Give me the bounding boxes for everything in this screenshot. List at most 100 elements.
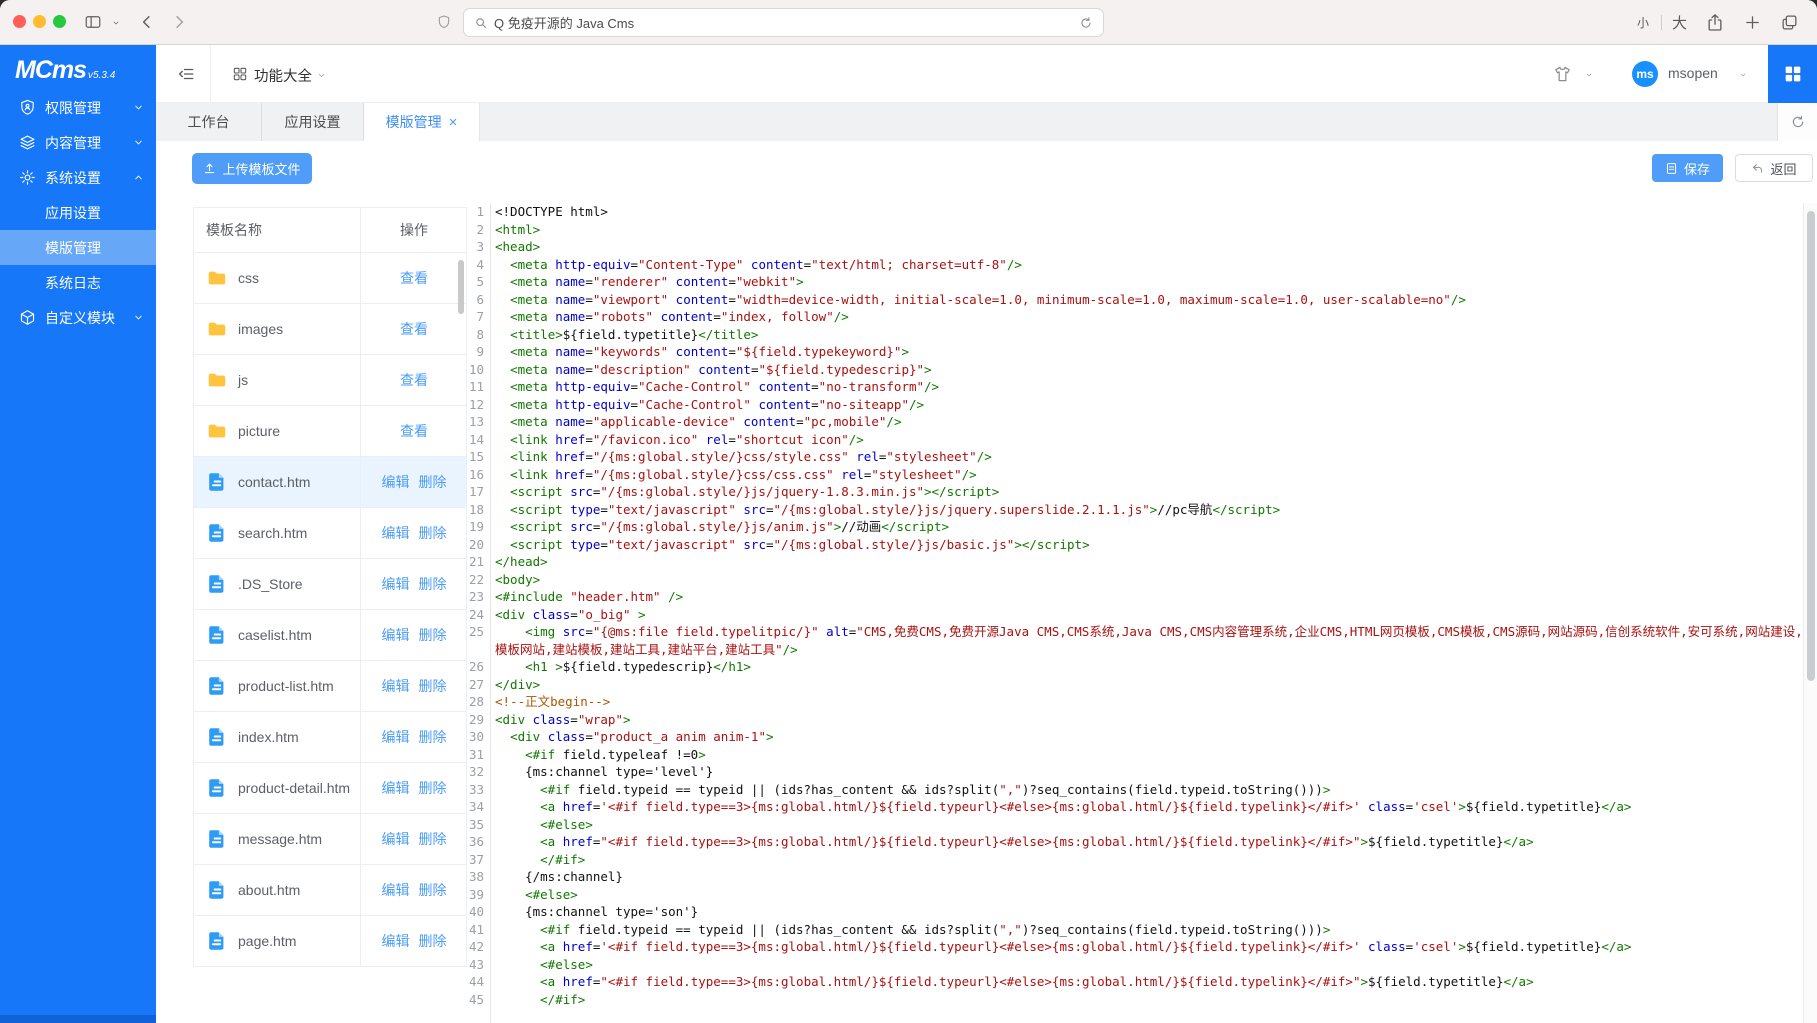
action-delete-link[interactable]: 删除 [419, 931, 447, 951]
username[interactable]: msopen [1668, 65, 1718, 81]
action-view-link[interactable]: 查看 [400, 370, 428, 390]
tab-template-management[interactable]: 模版管理× [364, 103, 480, 141]
upload-template-button[interactable]: 上传模板文件 [192, 153, 312, 184]
code-line[interactable]: 10 <meta name="description" content="${f… [467, 361, 1803, 379]
sidebar-item-content-management[interactable]: 内容管理 [0, 125, 156, 160]
action-edit-link[interactable]: 编辑 [382, 676, 410, 696]
apps-grid-icon[interactable] [232, 66, 248, 82]
code-line[interactable]: 33 <#if field.typeid == typeid || (ids?h… [467, 781, 1803, 799]
theme-tshirt-icon[interactable] [1552, 64, 1573, 84]
action-view-link[interactable]: 查看 [400, 421, 428, 441]
table-row[interactable]: .DS_Store编辑删除 [194, 559, 466, 610]
code-line[interactable]: 29<div class="wrap"> [467, 711, 1803, 729]
table-row[interactable]: search.htm编辑删除 [194, 508, 466, 559]
code-line[interactable]: 43 <#else> [467, 956, 1803, 974]
code-line[interactable]: 45 </#if> [467, 991, 1803, 1009]
action-delete-link[interactable]: 删除 [419, 472, 447, 492]
code-line[interactable]: 27</div> [467, 676, 1803, 694]
action-edit-link[interactable]: 编辑 [382, 778, 410, 798]
back-button[interactable]: 返回 [1735, 154, 1813, 182]
chevron-down-icon[interactable] [1584, 71, 1594, 79]
table-row[interactable]: contact.htm编辑删除 [194, 457, 466, 508]
sidebar-item-system-logs[interactable]: 系统日志 [0, 265, 156, 300]
code-editor[interactable]: 1<!DOCTYPE html>2<html>3<head>4 <meta ht… [467, 203, 1803, 1023]
code-line[interactable]: 28<!--正文begin--> [467, 693, 1803, 711]
table-row[interactable]: index.htm编辑删除 [194, 712, 466, 763]
code-line[interactable]: 17 <script src="/{ms:global.style/}js/jq… [467, 483, 1803, 501]
browser-back-button[interactable] [138, 13, 156, 31]
table-row[interactable]: message.htm编辑删除 [194, 814, 466, 865]
action-delete-link[interactable]: 删除 [419, 625, 447, 645]
chevron-down-icon[interactable] [111, 19, 121, 27]
action-delete-link[interactable]: 删除 [419, 880, 447, 900]
code-line[interactable]: 44 <a href="<#if field.type==3>{ms:globa… [467, 973, 1803, 991]
code-line[interactable]: 11 <meta http-equiv="Cache-Control" cont… [467, 378, 1803, 396]
action-edit-link[interactable]: 编辑 [382, 931, 410, 951]
code-line[interactable]: 8 <title>${field.typetitle}</title> [467, 326, 1803, 344]
code-line[interactable]: 2<html> [467, 221, 1803, 239]
reload-icon[interactable] [1079, 16, 1093, 30]
action-edit-link[interactable]: 编辑 [382, 880, 410, 900]
avatar[interactable]: ms [1632, 61, 1658, 87]
action-delete-link[interactable]: 删除 [419, 574, 447, 594]
table-row[interactable]: picture查看 [194, 406, 466, 457]
code-line[interactable]: 39 <#else> [467, 886, 1803, 904]
code-line[interactable]: 1<!DOCTYPE html> [467, 203, 1803, 221]
code-line[interactable]: 35 <#else> [467, 816, 1803, 834]
sidebar-toggle-icon[interactable] [83, 13, 103, 31]
code-line[interactable]: 3<head> [467, 238, 1803, 256]
tab-app-settings[interactable]: 应用设置 [262, 103, 364, 141]
sidebar-item-permission-management[interactable]: 权限管理 [0, 90, 156, 125]
privacy-shield-icon[interactable] [436, 12, 452, 32]
code-line[interactable]: 25 <img src="{@ms:file field.typelitpic/… [467, 623, 1803, 658]
text-larger-button[interactable]: 大 [1672, 12, 1687, 33]
minimize-window-button[interactable] [33, 15, 46, 28]
refresh-tab-button[interactable] [1777, 103, 1817, 141]
chevron-down-icon[interactable] [1738, 71, 1748, 79]
action-edit-link[interactable]: 编辑 [382, 727, 410, 747]
action-edit-link[interactable]: 编辑 [382, 625, 410, 645]
editor-scrollbar[interactable] [1803, 203, 1817, 1023]
table-row[interactable]: product-detail.htm编辑删除 [194, 763, 466, 814]
code-line[interactable]: 40 {ms:channel type='son'} [467, 903, 1803, 921]
sidebar-item-custom-modules[interactable]: 自定义模块 [0, 300, 156, 335]
code-line[interactable]: 32 {ms:channel type='level'} [467, 763, 1803, 781]
code-line[interactable]: 6 <meta name="viewport" content="width=d… [467, 291, 1803, 309]
action-delete-link[interactable]: 删除 [419, 778, 447, 798]
share-icon[interactable] [1705, 12, 1725, 33]
editor-scrollbar-thumb[interactable] [1807, 211, 1815, 681]
action-view-link[interactable]: 查看 [400, 268, 428, 288]
code-line[interactable]: 38 {/ms:channel} [467, 868, 1803, 886]
code-line[interactable]: 7 <meta name="robots" content="index, fo… [467, 308, 1803, 326]
code-line[interactable]: 31 <#if field.typeleaf !=0> [467, 746, 1803, 764]
tab-overview-icon[interactable] [1780, 13, 1799, 32]
table-scrollbar-thumb[interactable] [458, 260, 464, 314]
code-line[interactable]: 20 <script type="text/javascript" src="/… [467, 536, 1803, 554]
code-line[interactable]: 36 <a href="<#if field.type==3>{ms:globa… [467, 833, 1803, 851]
action-view-link[interactable]: 查看 [400, 319, 428, 339]
code-line[interactable]: 4 <meta http-equiv="Content-Type" conten… [467, 256, 1803, 274]
table-row[interactable]: js查看 [194, 355, 466, 406]
close-tab-icon[interactable]: × [449, 115, 458, 130]
action-edit-link[interactable]: 编辑 [382, 829, 410, 849]
action-delete-link[interactable]: 删除 [419, 523, 447, 543]
code-line[interactable]: 37 </#if> [467, 851, 1803, 869]
code-line[interactable]: 15 <link href="/{ms:global.style/}css/st… [467, 448, 1803, 466]
code-line[interactable]: 26 <h1 >${field.typedescrip}</h1> [467, 658, 1803, 676]
table-row[interactable]: page.htm编辑删除 [194, 916, 466, 967]
new-tab-icon[interactable] [1744, 14, 1761, 31]
code-line[interactable]: 16 <link href="/{ms:global.style/}css/cs… [467, 466, 1803, 484]
code-line[interactable]: 5 <meta name="renderer" content="webkit"… [467, 273, 1803, 291]
table-row[interactable]: caselist.htm编辑删除 [194, 610, 466, 661]
browser-forward-button[interactable] [170, 13, 188, 31]
feature-menu-label[interactable]: 功能大全 [254, 65, 312, 86]
code-line[interactable]: 21</head> [467, 553, 1803, 571]
sidebar-item-app-settings[interactable]: 应用设置 [0, 195, 156, 230]
code-line[interactable]: 12 <meta http-equiv="Cache-Control" cont… [467, 396, 1803, 414]
action-delete-link[interactable]: 删除 [419, 829, 447, 849]
sidebar-item-template-management[interactable]: 模版管理 [0, 230, 156, 265]
maximize-window-button[interactable] [53, 15, 66, 28]
menu-fold-icon[interactable] [177, 65, 195, 83]
sidebar-item-system-settings[interactable]: 系统设置 [0, 160, 156, 195]
table-row[interactable]: images查看 [194, 304, 466, 355]
